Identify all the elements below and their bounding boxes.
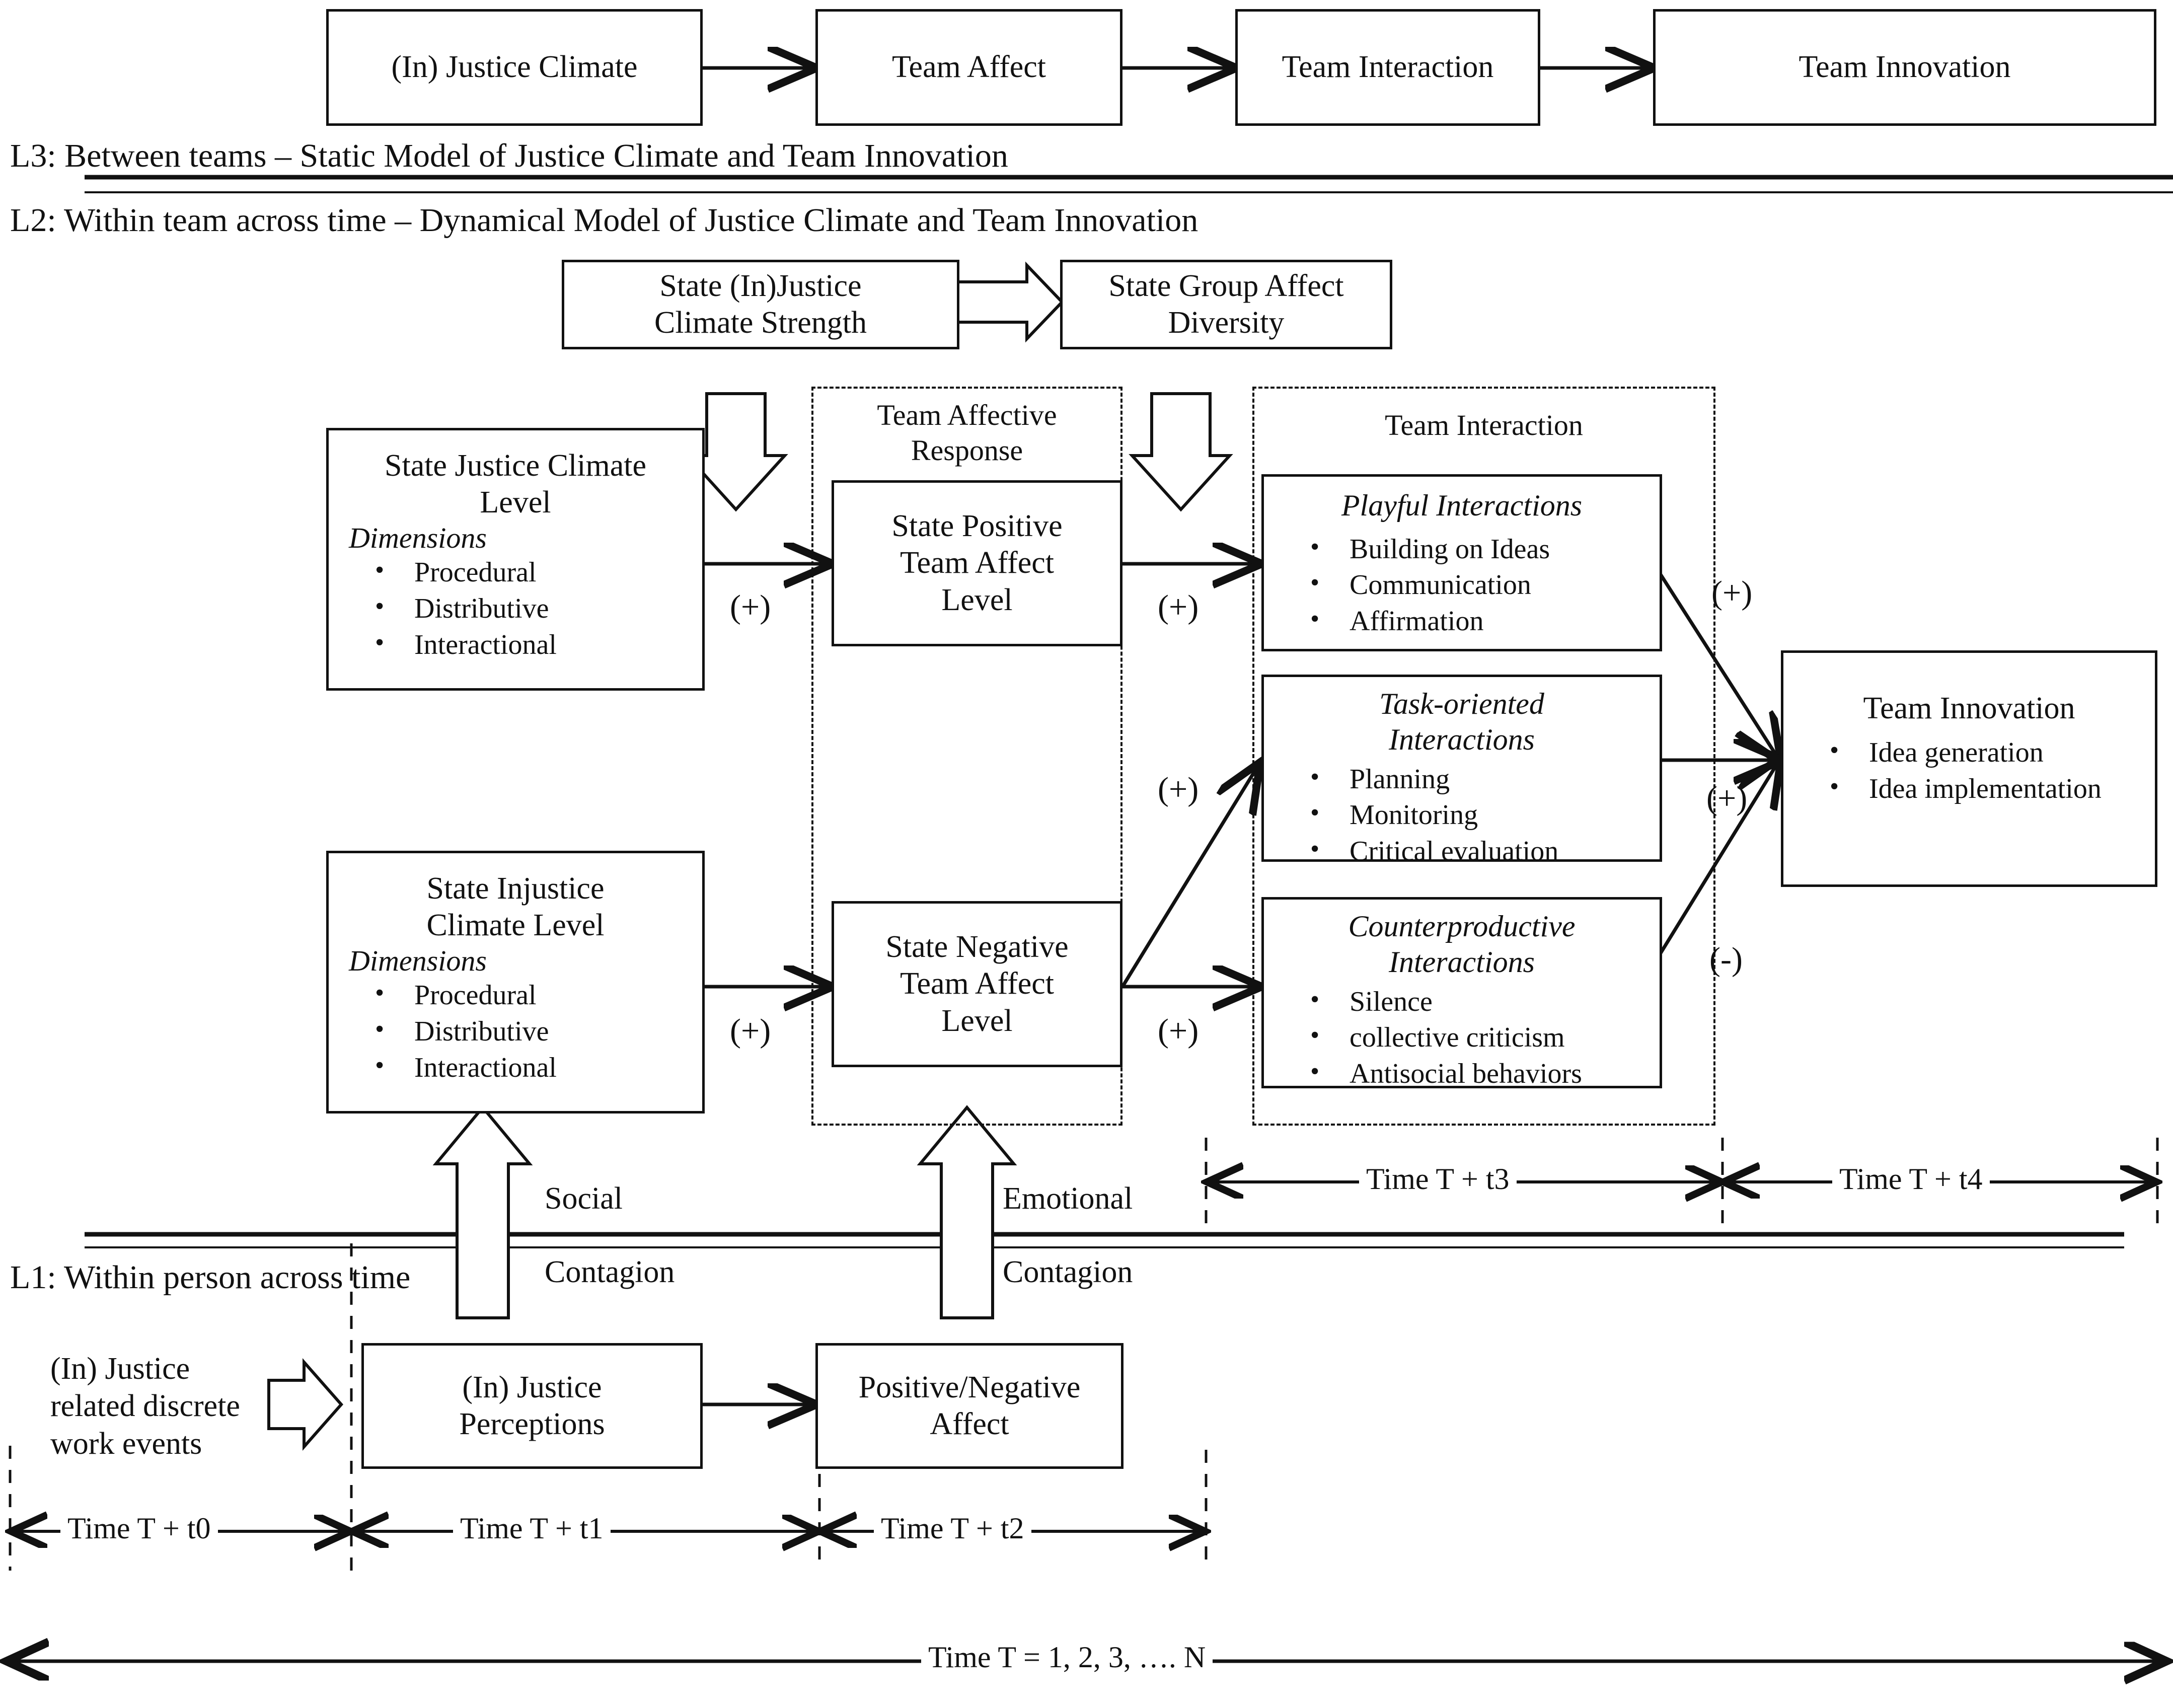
task-title-line1: Task-oriented <box>1379 687 1544 720</box>
counterproductive-interactions-box[interactable]: Counterproductive Interactions Silence c… <box>1261 897 1662 1089</box>
time-label-t2: Time T + t2 <box>874 1511 1031 1546</box>
injustice-dimensions-heading: Dimensions <box>349 944 487 978</box>
state-justice-climate-box[interactable]: State Justice Climate Level Dimensions P… <box>326 428 705 691</box>
team-innovation-box[interactable]: Team Innovation Idea generation Idea imp… <box>1781 650 2157 887</box>
moderator-diversity-line1: State Group Affect <box>1108 268 1344 303</box>
perceptions-line2: Perceptions <box>459 1407 605 1441</box>
events-line2: related discrete <box>50 1389 240 1424</box>
moderator-box-affect-diversity[interactable]: State Group Affect Diversity <box>1060 260 1392 349</box>
time-label-t1: Time T + t1 <box>453 1511 611 1546</box>
state-positive-team-affect-box[interactable]: State Positive Team Affect Level <box>832 480 1122 646</box>
sign-justice-to-positive: (+) <box>730 588 771 625</box>
top-box-label: Team Affect <box>891 50 1046 85</box>
affect-line2: Affect <box>930 1407 1009 1441</box>
injustice-dimensions-list: Procedural Distributive Interactional <box>329 977 702 1086</box>
counter-items-list: Silence collective criticism Antisocial … <box>1264 983 1660 1092</box>
playful-items-list: Building on Ideas Communication Affirmat… <box>1264 531 1660 640</box>
list-item: Building on Ideas <box>1264 531 1660 568</box>
playful-title: Playful Interactions <box>1341 489 1583 522</box>
level-l2-heading: L2: Within team across time – Dynamical … <box>10 202 1198 239</box>
top-box-label: Team Innovation <box>1799 50 2011 85</box>
negative-affect-line2: Team Affect <box>900 967 1055 1001</box>
moderator-strength-line2: Climate Strength <box>654 306 867 340</box>
justice-title-line2: Level <box>480 485 551 520</box>
negative-affect-line3: Level <box>941 1003 1013 1038</box>
time-label-global: Time T = 1, 2, 3, …. N <box>921 1640 1213 1675</box>
justice-title-line1: State Justice Climate <box>384 449 646 483</box>
social-contagion-label-top: Social <box>545 1181 623 1216</box>
emotional-contagion-label-top: Emotional <box>1003 1181 1133 1216</box>
top-box-team-affect[interactable]: Team Affect <box>815 9 1122 126</box>
sign-positive-to-playful: (+) <box>1158 588 1199 625</box>
list-item: Monitoring <box>1264 796 1660 834</box>
sign-task-to-innovation: (+) <box>1706 780 1748 816</box>
list-item: Procedural <box>329 554 702 591</box>
list-item: Affirmation <box>1264 603 1660 640</box>
list-item: Critical evaluation <box>1264 833 1660 870</box>
justice-perceptions-box[interactable]: (In) Justice Perceptions <box>361 1343 703 1469</box>
events-line3: work events <box>50 1426 202 1461</box>
affect-line1: Positive/Negative <box>858 1370 1081 1404</box>
injustice-title-line1: State Injustice <box>426 871 605 906</box>
level-l1-heading: L1: Within person across time <box>10 1259 411 1296</box>
list-item: Antisocial behaviors <box>1264 1055 1660 1092</box>
positive-affect-line1: State Positive <box>891 509 1063 544</box>
innovation-title: Team Innovation <box>1863 691 2075 725</box>
perceptions-line1: (In) Justice <box>462 1370 602 1404</box>
time-label-t0: Time T + t0 <box>60 1511 218 1546</box>
list-item: Interactional <box>329 626 702 663</box>
list-item: Communication <box>1264 566 1660 604</box>
playful-interactions-box[interactable]: Playful Interactions Building on Ideas C… <box>1261 474 1662 651</box>
moderator-box-climate-strength[interactable]: State (In)Justice Climate Strength <box>562 260 959 349</box>
list-item: collective criticism <box>1264 1019 1660 1056</box>
innovation-items-list: Idea generation Idea implementation <box>1783 734 2155 807</box>
interaction-group-header: Team Interaction <box>1385 409 1583 441</box>
top-box-justice-climate[interactable]: (In) Justice Climate <box>326 9 703 126</box>
sign-counter-to-innovation: (-) <box>1709 941 1743 978</box>
moderator-strength-line1: State (In)Justice <box>659 268 862 303</box>
list-item: Idea generation <box>1783 734 2155 771</box>
sign-negative-to-task: (+) <box>1158 771 1199 807</box>
level-l3-heading: L3: Between teams – Static Model of Just… <box>10 137 1008 174</box>
injustice-title-line2: Climate Level <box>426 908 605 943</box>
list-item: Silence <box>1264 983 1660 1020</box>
sign-negative-to-counter: (+) <box>1158 1012 1199 1049</box>
emotional-contagion-label-bottom: Contagion <box>1003 1255 1133 1289</box>
list-item: Distributive <box>329 1013 702 1050</box>
top-box-team-innovation[interactable]: Team Innovation <box>1653 9 2156 126</box>
top-box-team-interaction[interactable]: Team Interaction <box>1235 9 1540 126</box>
justice-dimensions-heading: Dimensions <box>349 522 487 555</box>
work-events-label: (In) Justice related discrete work event… <box>50 1350 240 1462</box>
list-item: Procedural <box>329 977 702 1014</box>
task-title-line2: Interactions <box>1389 722 1535 756</box>
task-items-list: Planning Monitoring Critical evaluation <box>1264 761 1660 870</box>
justice-dimensions-list: Procedural Distributive Interactional <box>329 554 702 663</box>
counter-title-line2: Interactions <box>1389 945 1535 979</box>
counter-title-line1: Counterproductive <box>1348 910 1576 943</box>
sign-playful-to-innovation: (+) <box>1711 574 1753 611</box>
state-negative-team-affect-box[interactable]: State Negative Team Affect Level <box>832 901 1122 1067</box>
affect-group-header-line1: Team Affective <box>877 399 1057 431</box>
moderator-diversity-line2: Diversity <box>1168 306 1285 340</box>
positive-negative-affect-box[interactable]: Positive/Negative Affect <box>815 1343 1123 1469</box>
sign-injustice-to-negative: (+) <box>730 1012 771 1049</box>
positive-affect-line2: Team Affect <box>900 546 1055 580</box>
affect-group-header-line2: Response <box>911 433 1023 467</box>
list-item: Planning <box>1264 761 1660 798</box>
task-oriented-interactions-box[interactable]: Task-oriented Interactions Planning Moni… <box>1261 675 1662 867</box>
diagram-canvas: (In) Justice Climate Team Affect Team In… <box>0 0 2173 1708</box>
list-item: Interactional <box>329 1049 702 1086</box>
time-label-t4: Time T + t4 <box>1832 1162 1990 1197</box>
top-box-label: Team Interaction <box>1282 50 1494 85</box>
negative-affect-line1: State Negative <box>885 930 1069 964</box>
list-item: Distributive <box>329 590 702 627</box>
list-item: Idea implementation <box>1783 770 2155 807</box>
social-contagion-label-bottom: Contagion <box>545 1255 675 1289</box>
positive-affect-line3: Level <box>941 582 1013 617</box>
state-injustice-climate-box[interactable]: State Injustice Climate Level Dimensions… <box>326 851 705 1113</box>
time-label-t3: Time T + t3 <box>1359 1162 1517 1197</box>
top-box-label: (In) Justice Climate <box>391 50 638 85</box>
events-line1: (In) Justice <box>50 1352 190 1386</box>
